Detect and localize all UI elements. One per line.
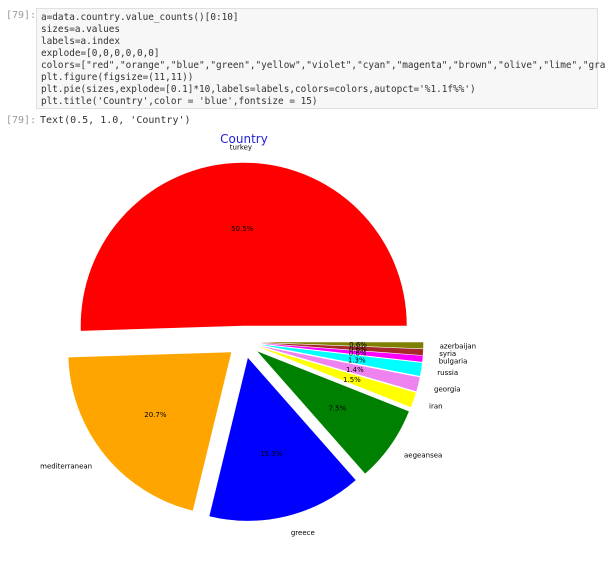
category-label-bulgaria: bulgaria xyxy=(439,357,468,365)
category-label-greece: greece xyxy=(291,529,315,537)
pct-label-iran: 1.5% xyxy=(343,376,361,384)
code-line: plt.title('Country',color = 'blue',fonts… xyxy=(41,96,318,107)
pct-label-georgia: 1.4% xyxy=(346,366,364,374)
code-line: plt.figure(figsize=(11,11)) xyxy=(41,72,194,83)
input-cell[interactable]: [79]: a=data.country.value_counts()[0:10… xyxy=(0,4,605,109)
category-label-aegeansea: aegeansea xyxy=(404,451,442,459)
category-label-azerbaijan: azerbaijan xyxy=(440,343,477,351)
code-line: colors=["red","orange","blue","green","y… xyxy=(41,60,605,71)
code-line: plt.pie(sizes,explode=[0.1]*10,labels=la… xyxy=(41,84,476,95)
category-label-turkey: turkey xyxy=(230,143,252,151)
output-cell: [79]: Text(0.5, 1.0, 'Country') Country … xyxy=(0,111,605,561)
input-prompt: [79]: xyxy=(6,10,37,21)
pie-slice-mediterranean xyxy=(68,352,232,511)
category-label-syria: syria xyxy=(439,350,456,358)
category-label-russia: russia xyxy=(437,369,458,377)
pct-label-azerbaijan: 0.6% xyxy=(349,341,367,349)
code-line: labels=a.index xyxy=(41,36,121,47)
pct-label-greece: 15.3% xyxy=(260,450,283,458)
pct-label-mediterranean: 20.7% xyxy=(144,411,167,419)
pie-chart: Country 50.5%turkey20.7%mediterranean15.… xyxy=(40,132,477,537)
code-editor[interactable]: a=data.country.value_counts()[0:10] size… xyxy=(36,8,605,109)
pct-label-aegeansea: 7.5% xyxy=(328,405,346,413)
code-line: sizes=a.values xyxy=(41,24,121,35)
code-line: explode=[0,0,0,0,0,0] xyxy=(41,48,160,59)
pct-label-turkey: 50.5% xyxy=(231,225,254,233)
category-label-mediterranean: mediterranean xyxy=(40,462,92,470)
category-label-georgia: georgia xyxy=(434,385,460,393)
category-label-iran: iran xyxy=(429,402,443,410)
pie-slice-turkey xyxy=(80,162,407,331)
code-line: a=data.country.value_counts()[0:10] xyxy=(41,12,239,23)
